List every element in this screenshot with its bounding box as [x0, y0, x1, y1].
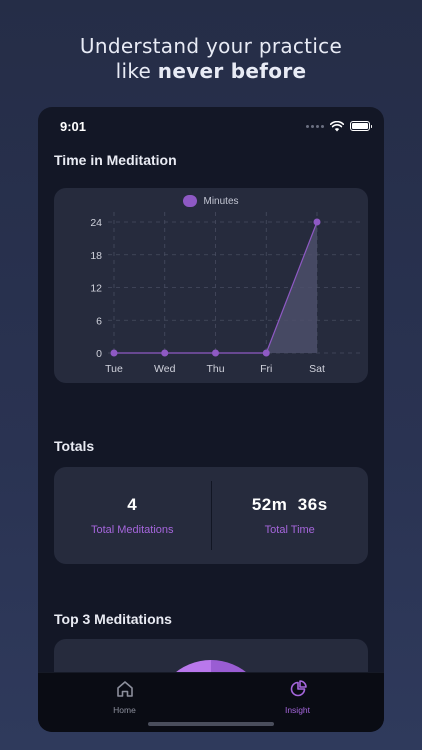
status-bar: 9:01 — [38, 107, 384, 145]
x-tick-label: Fri — [260, 363, 272, 375]
x-tick-label: Tue — [105, 363, 123, 375]
headline-line-2-bold: never before — [157, 59, 307, 83]
y-tick-label: 6 — [96, 315, 102, 327]
home-icon — [116, 681, 133, 697]
status-time: 9:01 — [60, 118, 87, 134]
pie-chart-icon — [290, 680, 307, 697]
total-meditations-value: 4 — [127, 495, 138, 514]
meditation-chart-card: Minutes 0 6 12 18 24 Tue Wed Thu Fri Sat — [54, 188, 368, 383]
y-tick-label: 24 — [90, 217, 102, 229]
headline: Understand your practice like never befo… — [0, 34, 422, 84]
y-tick-label: 12 — [90, 283, 102, 295]
tab-home-label: Home — [113, 705, 136, 715]
headline-line-1: Understand your practice — [79, 34, 343, 58]
data-point — [110, 349, 118, 357]
totals-card: 4 Total Meditations 52m 36s Total Time — [54, 467, 368, 564]
tab-insight-label: Insight — [284, 705, 311, 715]
data-point — [212, 349, 219, 357]
top3-title: Top 3 Meditations — [54, 611, 172, 627]
headline-line-2: like never before — [0, 59, 422, 84]
home-indicator — [148, 722, 274, 726]
total-time-value: 52m 36s — [251, 495, 328, 514]
data-point — [262, 349, 270, 357]
total-time: 52m 36s Total Time — [212, 467, 369, 564]
y-tick-label: 0 — [96, 348, 102, 360]
total-meditations: 4 Total Meditations — [54, 467, 211, 564]
total-time-label: Total Time — [264, 524, 315, 536]
headline-line-2-prefix: like — [115, 59, 158, 83]
x-tick-label: Sat — [309, 363, 325, 375]
battery-icon — [350, 121, 372, 131]
wifi-icon — [330, 120, 344, 131]
x-tick-label: Wed — [154, 363, 176, 375]
tab-bar: Home Insight — [38, 672, 384, 732]
data-point — [161, 349, 169, 357]
y-tick-label: 18 — [90, 250, 102, 262]
signal-dots-icon — [306, 124, 324, 128]
data-point — [313, 218, 321, 226]
status-icons — [306, 120, 372, 132]
time-in-meditation-title: Time in Meditation — [54, 152, 177, 168]
totals-title: Totals — [54, 438, 95, 454]
meditation-area-chart: 0 6 12 18 24 Tue Wed Thu Fri Sat — [90, 212, 363, 375]
phone-screen: 9:01 Time in Meditation Minutes 0 6 12 18 24… — [38, 107, 384, 732]
x-tick-label: Thu — [206, 363, 224, 375]
total-meditations-label: Total Meditations — [90, 524, 174, 536]
